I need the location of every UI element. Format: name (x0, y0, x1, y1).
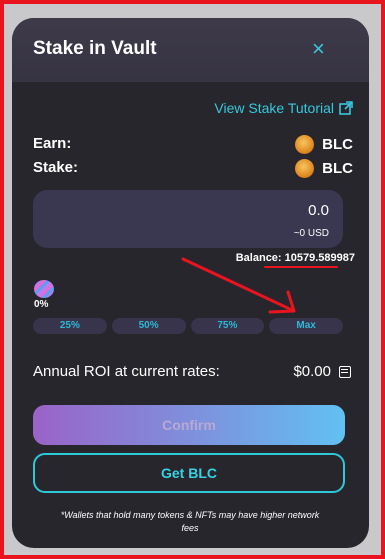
earn-token: BLC (295, 135, 353, 154)
confirm-button[interactable]: Confirm (33, 405, 345, 445)
calculator-icon[interactable] (339, 365, 351, 378)
external-link-icon (339, 101, 353, 115)
roi-label: Annual ROI at current rates: (33, 363, 220, 380)
network-fee-note: *Wallets that hold many tokens & NFTs ma… (60, 510, 320, 533)
tutorial-link-label: View Stake Tutorial (214, 100, 334, 116)
percent-buttons: 25% 50% 75% Max (33, 318, 343, 334)
stake-amount-input[interactable]: 0.0 ~0 USD (33, 190, 343, 248)
percent-50-button[interactable]: 50% (111, 318, 186, 334)
modal-title: Stake in Vault (33, 38, 157, 59)
earn-label: Earn: (33, 135, 72, 152)
blc-token-icon (295, 135, 315, 154)
get-blc-button[interactable]: Get BLC (33, 453, 345, 493)
blc-token-icon (295, 159, 315, 178)
roi-value: $0.00 (293, 363, 331, 380)
stake-row: Stake: BLC (33, 159, 353, 179)
annotation-underline (264, 266, 338, 268)
balance-text: Balance: 10579.589987 (235, 252, 355, 264)
stake-modal: Stake in Vault × View Stake Tutorial Ear… (12, 18, 369, 548)
view-stake-tutorial-link[interactable]: View Stake Tutorial (214, 100, 353, 116)
stake-token-symbol: BLC (322, 160, 353, 177)
percent-25-button[interactable]: 25% (33, 318, 107, 334)
amount-usd-value: ~0 USD (293, 228, 329, 239)
modal-header: Stake in Vault × (12, 18, 369, 82)
earn-token-symbol: BLC (322, 136, 353, 153)
earn-row: Earn: BLC (33, 135, 353, 155)
slider-percent: 0% (34, 299, 49, 310)
stake-label: Stake: (33, 159, 79, 176)
amount-value: 0.0 (308, 202, 329, 219)
stake-token: BLC (295, 159, 353, 178)
close-icon[interactable]: × (312, 36, 325, 62)
slider-handle-icon[interactable] (34, 280, 54, 298)
roi-value-group: $0.00 (293, 363, 351, 380)
max-button[interactable]: Max (269, 318, 343, 334)
percent-75-button[interactable]: 75% (190, 318, 265, 334)
